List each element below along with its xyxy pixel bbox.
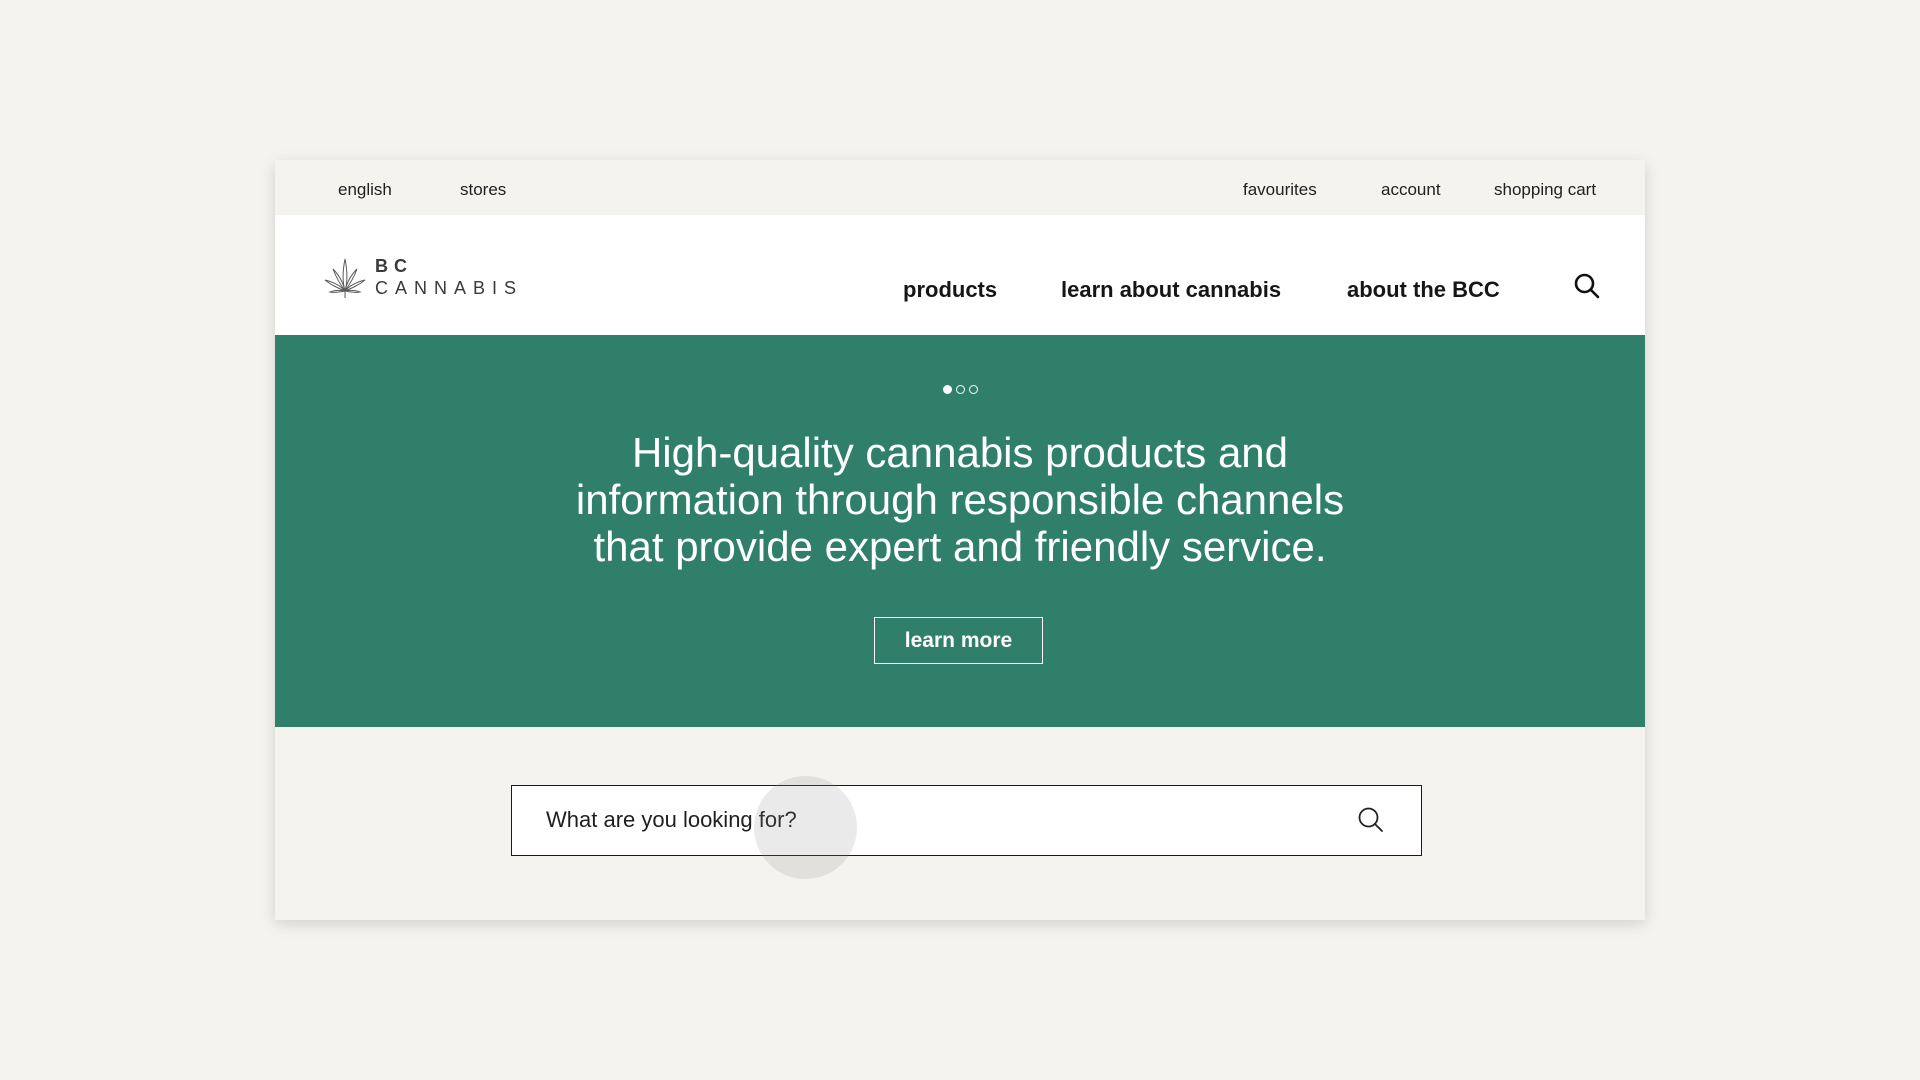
search-input[interactable] xyxy=(512,786,1332,854)
carousel-dot-3[interactable] xyxy=(968,385,978,394)
learn-more-button[interactable]: learn more xyxy=(874,617,1043,664)
hero-banner: High-quality cannabis products and infor… xyxy=(275,335,1645,727)
carousel-dot-2[interactable] xyxy=(955,385,965,394)
cannabis-leaf-icon xyxy=(324,258,366,298)
nav-learn-about-cannabis[interactable]: learn about cannabis xyxy=(1061,277,1281,303)
hero-headline-line-2: information through responsible channels xyxy=(575,476,1345,523)
logo-text-cannabis: CANNABIS xyxy=(375,278,524,298)
search-submit-icon[interactable] xyxy=(1357,806,1385,834)
search-section xyxy=(275,727,1645,920)
hero-headline-line-1: High-quality cannabis products and xyxy=(631,429,1289,476)
favourites-link[interactable]: favourites xyxy=(1243,160,1317,219)
nav-products[interactable]: products xyxy=(903,277,997,303)
utility-bar: english stores favourites account shoppi… xyxy=(275,160,1645,215)
account-link[interactable]: account xyxy=(1381,160,1441,219)
hero-headline-line-3: that provide expert and friendly service… xyxy=(593,523,1327,570)
search-icon[interactable] xyxy=(1573,272,1601,300)
website-frame: english stores favourites account shoppi… xyxy=(275,160,1645,920)
hero-headline: High-quality cannabis products and infor… xyxy=(275,429,1645,570)
main-header: BC CANNABIS products learn about cannabi… xyxy=(275,215,1645,335)
search-bar xyxy=(511,785,1422,856)
logo-text-bc: BC xyxy=(375,256,413,276)
stores-link[interactable]: stores xyxy=(460,160,506,219)
nav-about-the-bcc[interactable]: about the BCC xyxy=(1347,277,1500,303)
language-link[interactable]: english xyxy=(338,160,392,219)
carousel-dots xyxy=(275,385,1645,394)
bc-cannabis-logo[interactable]: BC CANNABIS xyxy=(323,256,524,303)
carousel-dot-1[interactable] xyxy=(942,385,952,394)
shopping-cart-link[interactable]: shopping cart xyxy=(1494,160,1596,219)
